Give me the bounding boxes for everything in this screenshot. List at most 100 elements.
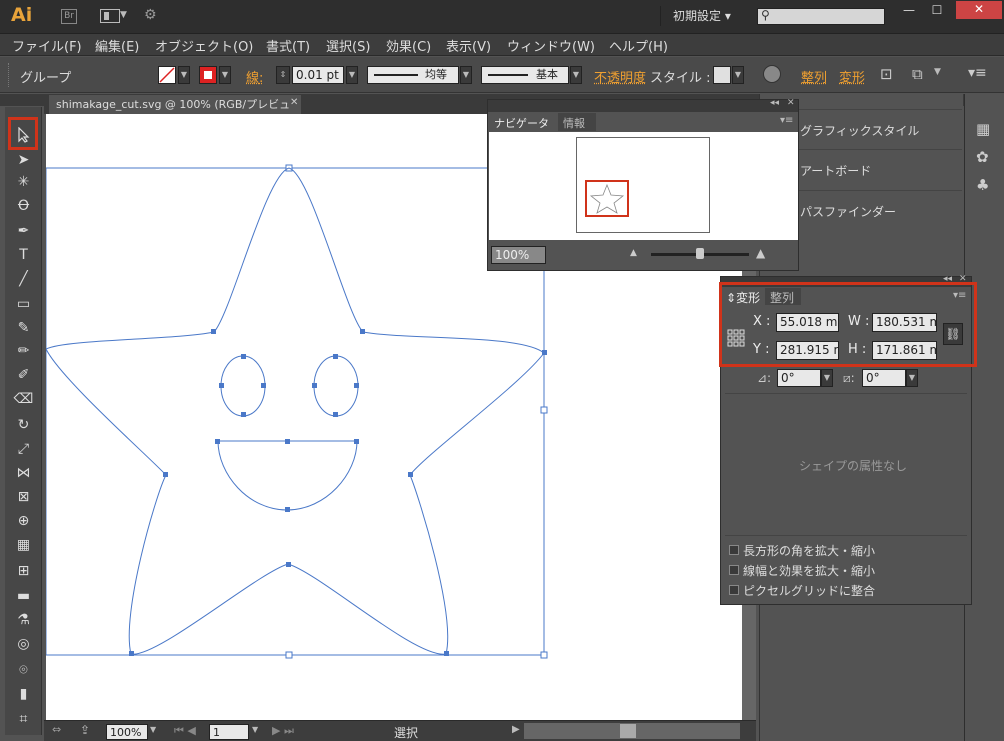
scale-tool-icon[interactable]: ⤢ bbox=[10, 438, 37, 460]
symbols-icon[interactable]: ♣ bbox=[976, 176, 989, 194]
document-tab[interactable]: shimakage_cut.svg @ 100% (RGB/プレビュー) bbox=[49, 95, 301, 130]
close-icon[interactable]: ✕ bbox=[290, 97, 298, 108]
fill-swatch[interactable] bbox=[158, 66, 176, 84]
mouth-shape[interactable] bbox=[217, 440, 358, 511]
direct-selection-tool-icon[interactable]: ➤ bbox=[10, 149, 37, 171]
touch-icon[interactable]: ⇔ bbox=[52, 723, 61, 736]
menu-edit[interactable]: 編集(E) bbox=[95, 36, 139, 55]
menu-type[interactable]: 書式(T) bbox=[266, 36, 310, 55]
navigator-zoom-input[interactable]: 100% bbox=[491, 246, 546, 264]
menu-object[interactable]: オブジェクト(O) bbox=[155, 36, 253, 55]
navigator-view-box[interactable] bbox=[585, 180, 629, 217]
align-link[interactable]: 整列 bbox=[801, 67, 827, 86]
rectangle-tool-icon[interactable]: ▭ bbox=[10, 293, 37, 315]
free-transform-tool-icon[interactable]: ⊠ bbox=[10, 486, 37, 508]
stroke-profile-select[interactable]: 均等 bbox=[367, 66, 459, 84]
line-tool-icon[interactable]: ╱ bbox=[10, 268, 37, 290]
brushes-icon[interactable]: ✿ bbox=[976, 148, 989, 166]
panel-grip[interactable] bbox=[8, 63, 10, 87]
stroke-weight-input[interactable]: 0.01 pt bbox=[292, 66, 344, 84]
recolor-artwork-icon[interactable] bbox=[763, 65, 781, 83]
eyedropper-tool-icon[interactable]: ⚗ bbox=[10, 609, 37, 631]
close-icon[interactable]: ✕ bbox=[787, 98, 795, 108]
transform-link[interactable]: 変形 bbox=[839, 67, 865, 86]
pen-tool-icon[interactable]: ✒ bbox=[10, 220, 37, 242]
left-eye-shape[interactable] bbox=[220, 355, 266, 417]
artboard-input[interactable]: 1 bbox=[209, 724, 249, 740]
panel-menu-icon[interactable]: ▾≡ bbox=[780, 115, 793, 126]
mesh-tool-icon[interactable]: ⊞ bbox=[10, 560, 37, 582]
blend-tool-icon[interactable]: ◎ bbox=[10, 633, 37, 655]
maximize-button[interactable]: ☐ bbox=[924, 2, 950, 18]
eraser-tool-icon[interactable]: ⌫ bbox=[10, 388, 37, 410]
anchor-points[interactable] bbox=[129, 329, 547, 656]
panel-header[interactable]: ◂◂ ✕ bbox=[488, 98, 798, 112]
paintbrush-tool-icon[interactable]: ✎ bbox=[10, 317, 37, 339]
opacity-link[interactable]: 不透明度 bbox=[594, 67, 646, 86]
menu-select[interactable]: 選択(S) bbox=[326, 36, 370, 55]
scale-corners-checkbox[interactable] bbox=[729, 545, 739, 555]
menu-file[interactable]: ファイル(F) bbox=[12, 36, 82, 55]
zoom-in-icon[interactable]: ▲ bbox=[756, 246, 765, 260]
stroke-weight-dropdown[interactable]: ▼ bbox=[346, 66, 358, 84]
tab-info[interactable]: 情報 bbox=[558, 113, 596, 131]
chevron-down-icon[interactable]: ▼ bbox=[150, 725, 156, 734]
last-artboard-icon[interactable]: ▶ ⏭ bbox=[272, 724, 294, 738]
graphic-style-swatch[interactable] bbox=[713, 66, 731, 84]
export-icon[interactable]: ⇪ bbox=[80, 723, 90, 737]
fill-dropdown[interactable]: ▼ bbox=[178, 66, 190, 84]
graphic-style-dropdown[interactable]: ▼ bbox=[732, 66, 744, 84]
gradient-tool-icon[interactable]: ▬ bbox=[10, 585, 37, 607]
control-menu-icon[interactable]: ▾≡ bbox=[968, 65, 987, 81]
blob-brush-tool-icon[interactable]: ✐ bbox=[10, 364, 37, 386]
zoom-slider-thumb[interactable] bbox=[696, 248, 704, 259]
arrange-documents-icon[interactable] bbox=[100, 9, 120, 23]
pencil-tool-icon[interactable]: ✏ bbox=[10, 340, 37, 362]
close-button[interactable]: ✕ bbox=[956, 1, 1002, 19]
scroll-thumb[interactable] bbox=[620, 724, 636, 738]
menu-effect[interactable]: 効果(C) bbox=[386, 36, 431, 55]
status-menu-icon[interactable]: ▶ bbox=[512, 724, 520, 735]
minimize-button[interactable]: — bbox=[896, 2, 922, 18]
help-search-input[interactable]: ⚲ bbox=[757, 8, 885, 25]
type-tool-icon[interactable]: T bbox=[10, 244, 37, 266]
pixel-grid-checkbox[interactable] bbox=[729, 585, 739, 595]
rotate-dropdown[interactable]: ▼ bbox=[821, 369, 833, 387]
first-artboard-icon[interactable]: ⏮ ◀ bbox=[174, 724, 196, 738]
shear-dropdown[interactable]: ▼ bbox=[906, 369, 918, 387]
chevron-down-icon[interactable]: ▼ bbox=[120, 10, 127, 20]
zoom-out-icon[interactable]: ▲ bbox=[630, 248, 637, 258]
artboard-tool-icon[interactable]: ⌗ bbox=[10, 708, 37, 730]
zoom-input[interactable]: 100% bbox=[106, 724, 148, 740]
symbol-sprayer-tool-icon[interactable]: ⌾ bbox=[10, 659, 37, 681]
right-eye-shape[interactable] bbox=[313, 355, 359, 417]
horizontal-scrollbar[interactable] bbox=[524, 723, 740, 739]
scale-strokes-checkbox[interactable] bbox=[729, 565, 739, 575]
brush-dropdown[interactable]: ▼ bbox=[570, 66, 582, 84]
stroke-weight-stepper[interactable]: ⇕ bbox=[276, 66, 290, 84]
rotate-input[interactable]: 0° bbox=[777, 369, 821, 387]
swatches-icon[interactable]: ▦ bbox=[976, 120, 990, 138]
stroke-dropdown[interactable]: ▼ bbox=[219, 66, 231, 84]
lasso-tool-icon[interactable]: Ꝋ bbox=[10, 195, 37, 217]
workspace-switcher[interactable]: 初期設定 ▾ bbox=[660, 6, 744, 26]
zoom-slider[interactable] bbox=[651, 248, 749, 259]
shape-builder-tool-icon[interactable]: ⊕ bbox=[10, 510, 37, 532]
width-tool-icon[interactable]: ⋈ bbox=[10, 462, 37, 484]
menu-view[interactable]: 表示(V) bbox=[446, 36, 491, 55]
star-shape[interactable] bbox=[45, 167, 545, 655]
menu-help[interactable]: ヘルプ(H) bbox=[609, 36, 668, 55]
stroke-swatch[interactable] bbox=[199, 66, 217, 84]
isolate-group-icon[interactable]: ⊡ bbox=[880, 65, 893, 83]
chevron-down-icon[interactable]: ▼ bbox=[252, 725, 258, 734]
stroke-panel-link[interactable]: 線: bbox=[246, 67, 263, 86]
graph-tool-icon[interactable]: ▮ bbox=[10, 683, 37, 705]
envelope-icon[interactable]: ⧉ bbox=[912, 65, 923, 83]
sync-settings-icon[interactable]: ⚙ bbox=[144, 7, 157, 23]
navigator-preview[interactable] bbox=[489, 132, 798, 240]
shear-input[interactable]: 0° bbox=[862, 369, 906, 387]
collapse-icon[interactable]: ◂◂ bbox=[770, 98, 779, 108]
rotate-tool-icon[interactable]: ↻ bbox=[10, 414, 37, 436]
perspective-grid-tool-icon[interactable]: ▦ bbox=[10, 534, 37, 556]
magic-wand-tool-icon[interactable]: ✳ bbox=[10, 171, 37, 193]
